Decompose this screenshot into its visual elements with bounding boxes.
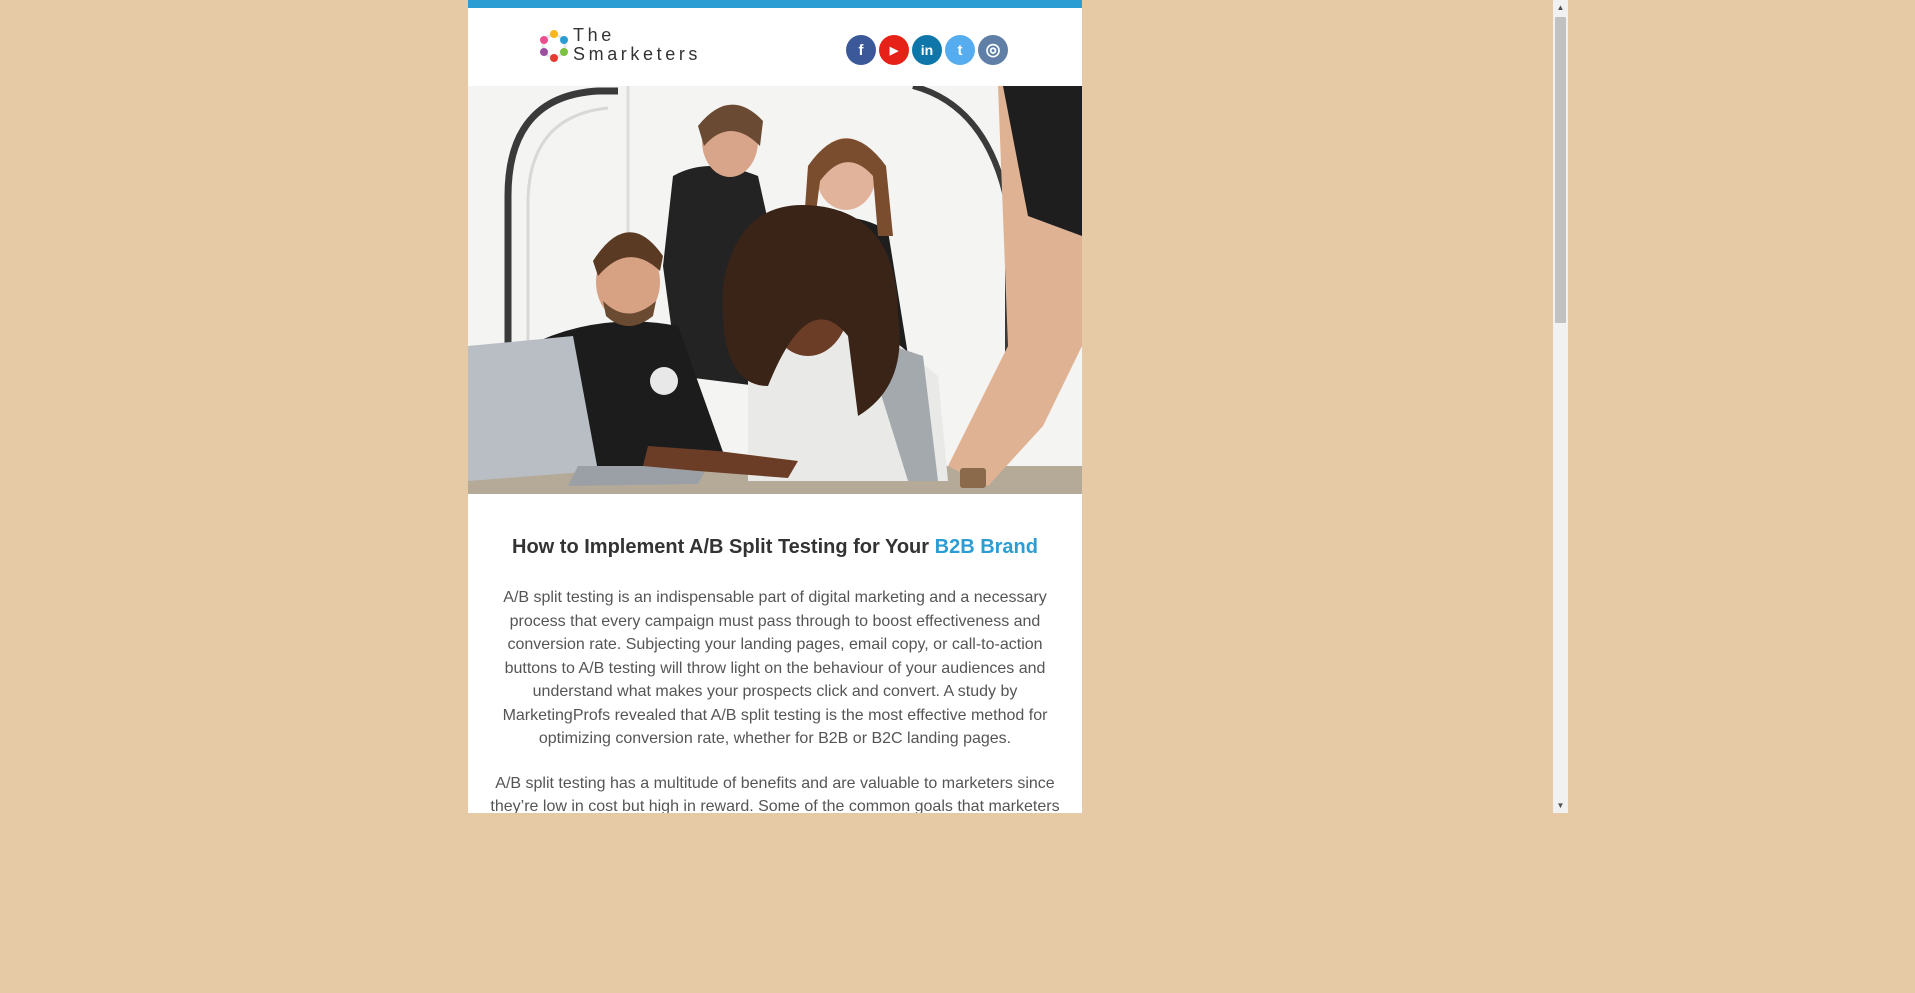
- logo-text-line2: Smarketers: [573, 44, 702, 64]
- scroll-up-arrow-icon[interactable]: ▲: [1553, 0, 1568, 15]
- article-title-main: How to Implement A/B Split Testing for Y…: [512, 536, 935, 558]
- article-paragraph-1: A/B split testing is an indispensable pa…: [502, 589, 1048, 747]
- linkedin-icon[interactable]: in: [912, 35, 942, 65]
- article-title: How to Implement A/B Split Testing for Y…: [468, 534, 1082, 560]
- linkedin-glyph: in: [920, 42, 934, 58]
- instagram-icon[interactable]: ◎: [978, 35, 1008, 65]
- email-header: The Smarketers f ▶ in t ◎: [468, 8, 1082, 86]
- page-scrollbar[interactable]: ▲ ▼: [1553, 0, 1568, 813]
- hero-photo-illustration: [468, 86, 1082, 494]
- article-title-accent: B2B Brand: [934, 536, 1038, 558]
- facebook-glyph: f: [858, 41, 864, 59]
- youtube-glyph: ▶: [889, 44, 899, 57]
- hero-image: [468, 86, 1082, 494]
- youtube-icon[interactable]: ▶: [879, 35, 909, 65]
- brand-logo[interactable]: The Smarketers: [536, 26, 726, 72]
- scroll-down-arrow-icon[interactable]: ▼: [1553, 798, 1568, 813]
- twitter-glyph: t: [957, 41, 963, 59]
- facebook-icon[interactable]: f: [846, 35, 876, 65]
- logo-mark-icon: [540, 30, 568, 62]
- top-accent-bar: [468, 0, 1082, 8]
- logo-text-line1: The: [573, 25, 615, 45]
- instagram-glyph: ◎: [985, 40, 1001, 59]
- scroll-thumb[interactable]: [1555, 17, 1566, 323]
- twitter-icon[interactable]: t: [945, 35, 975, 65]
- article-paragraph-2: A/B split testing has a multitude of ben…: [490, 775, 1060, 813]
- logo-text: The Smarketers: [573, 26, 701, 64]
- email-container: The Smarketers f ▶ in t ◎ How to Impleme…: [468, 0, 1082, 813]
- social-links: f ▶ in t ◎: [846, 35, 1008, 65]
